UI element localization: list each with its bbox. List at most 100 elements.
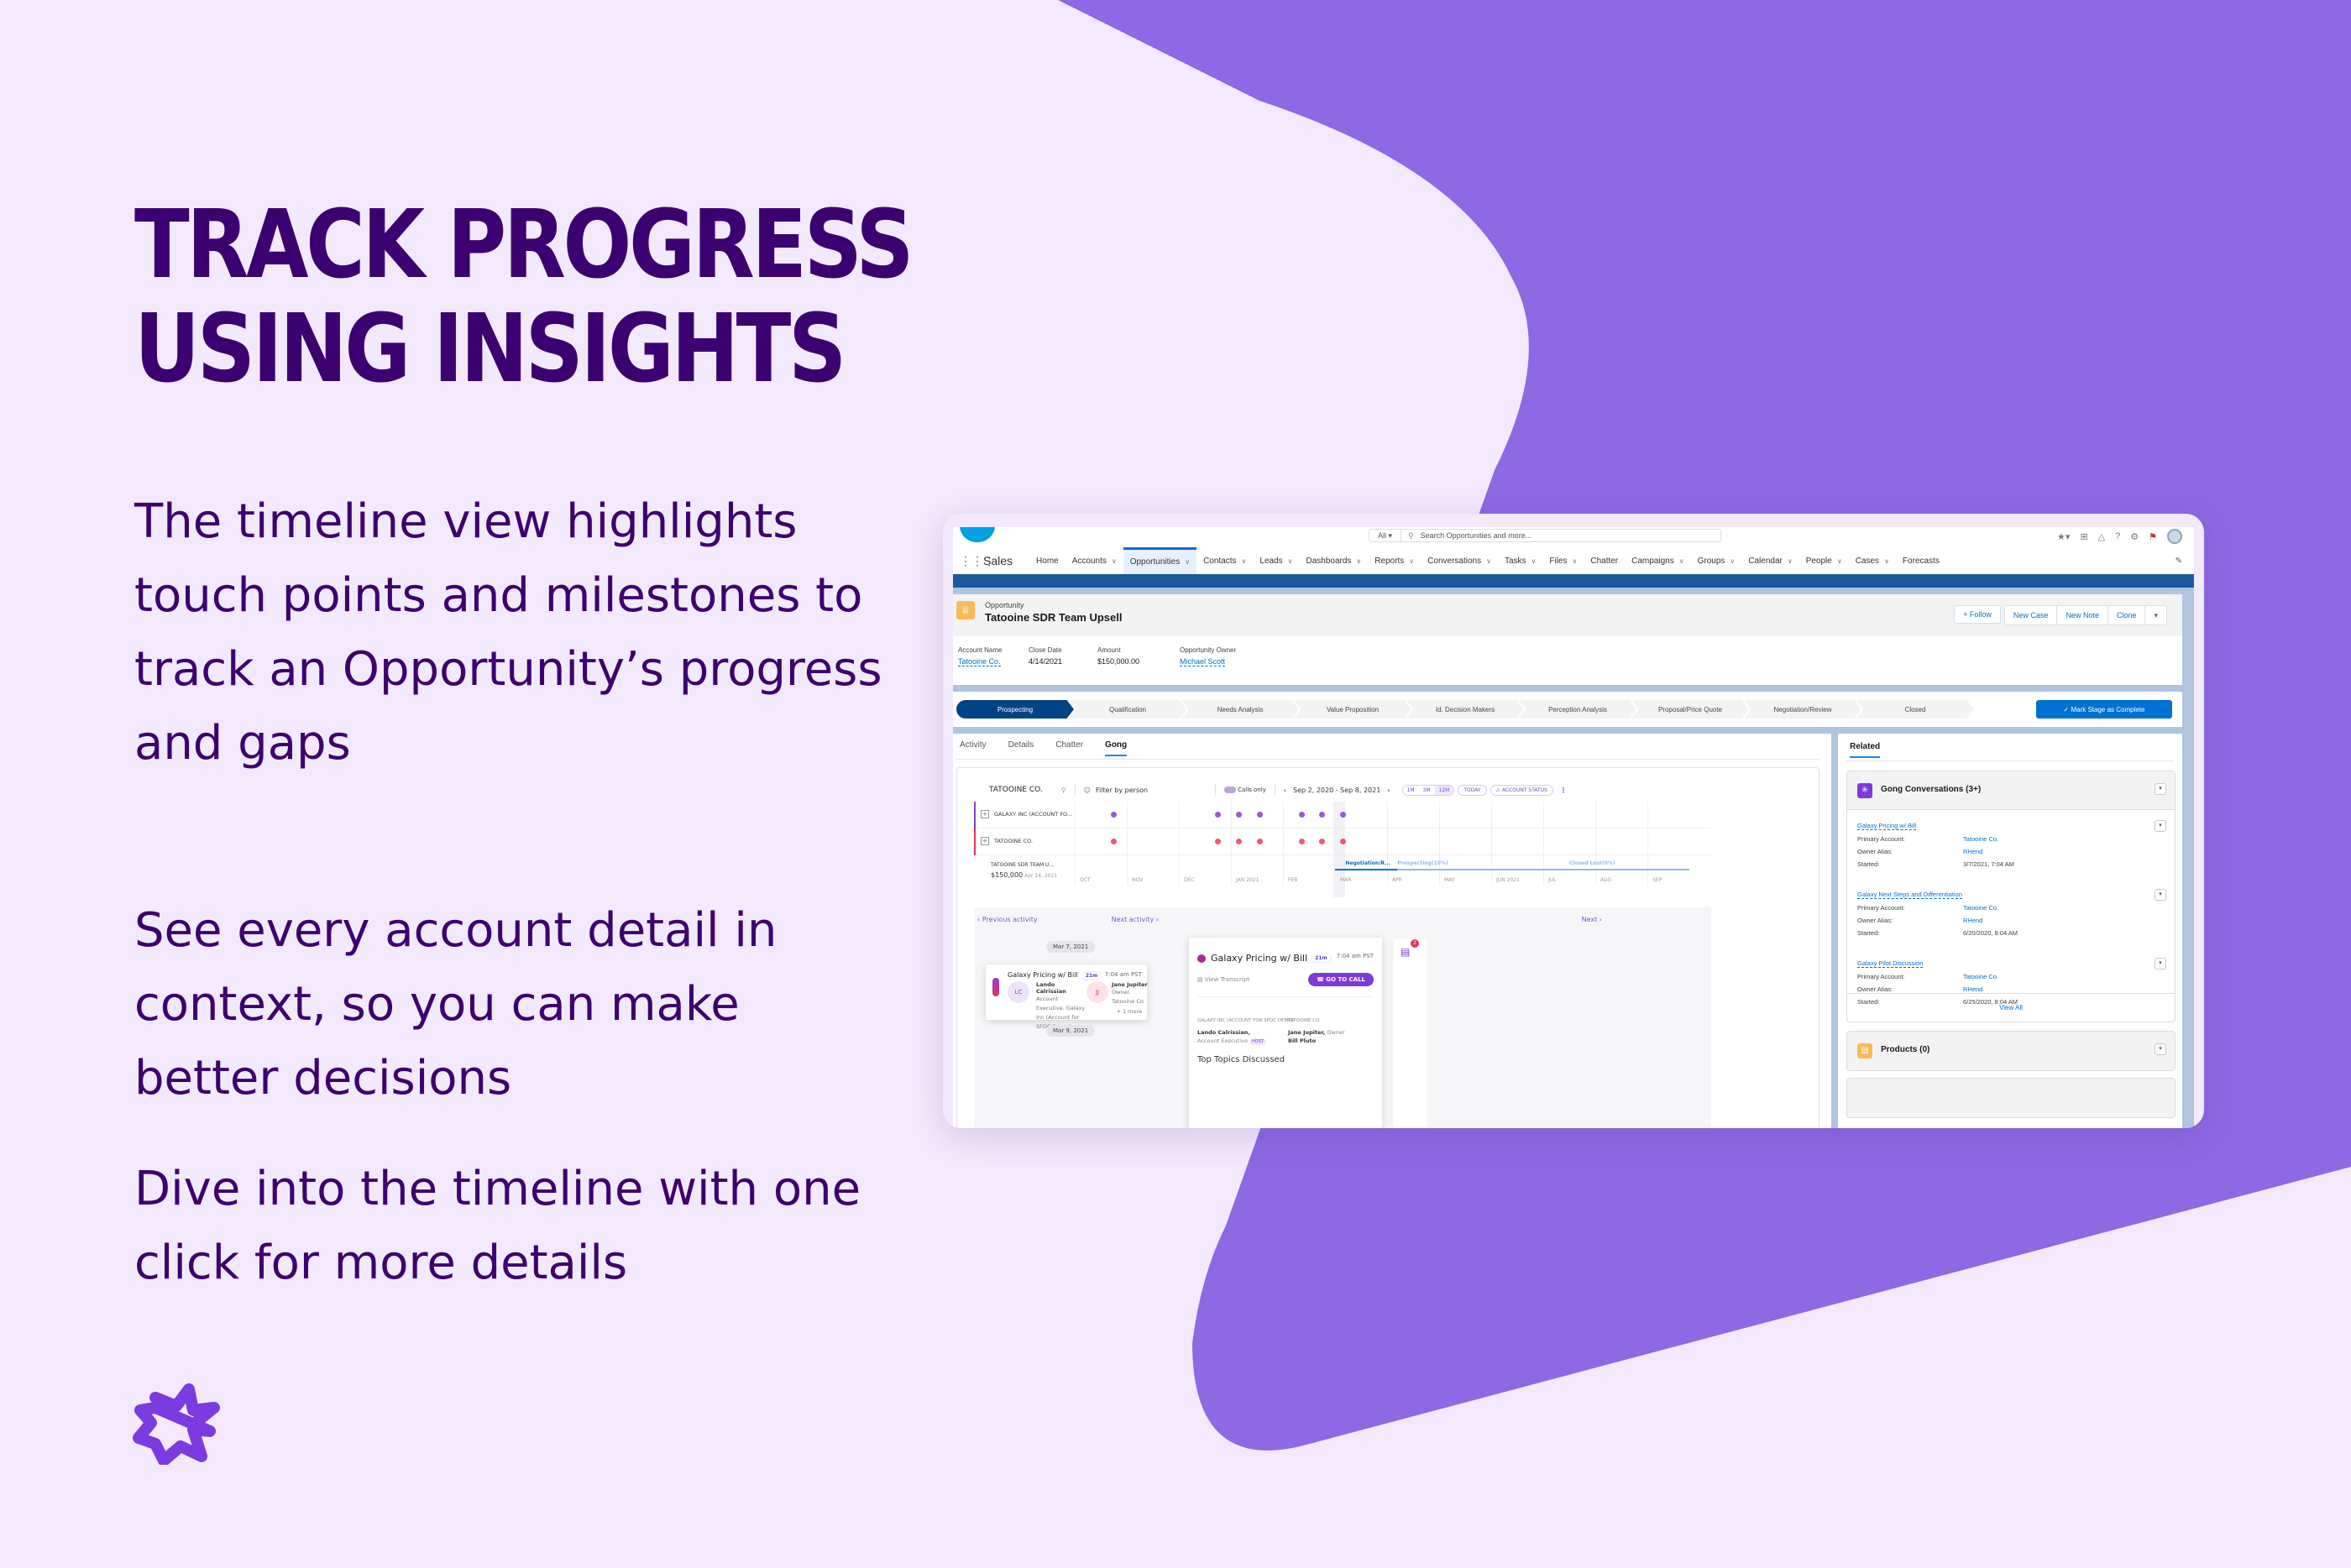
nav-item-leads[interactable]: Leads ∨ — [1253, 547, 1299, 574]
prev-range-icon[interactable]: ‹ — [1284, 787, 1286, 794]
follow-button[interactable]: + Follow — [1954, 605, 2001, 624]
nav-item-reports[interactable]: Reports ∨ — [1368, 547, 1421, 574]
activity-card[interactable]: Galaxy Pricing w/ Bill 21m 7:04 am PST LC… — [986, 964, 1148, 1030]
tab-gong[interactable]: Gong — [1105, 740, 1128, 756]
chevron-down-icon[interactable]: ∨ — [1572, 557, 1577, 565]
chevron-down-icon[interactable]: ∨ — [1884, 557, 1889, 565]
conversation-menu-button[interactable]: ▾ — [2155, 889, 2166, 901]
new-case-button[interactable]: New Case — [2004, 606, 2058, 625]
expand-icon[interactable]: + — [981, 837, 989, 845]
tab-details[interactable]: Details — [1008, 740, 1034, 756]
tab-chatter[interactable]: Chatter — [1055, 740, 1083, 756]
tab-activity[interactable]: Activity — [960, 740, 987, 756]
new-note-button[interactable]: New Note — [2057, 606, 2108, 625]
nav-item-people[interactable]: People ∨ — [1799, 547, 1849, 574]
chevron-down-icon[interactable]: ∨ — [1112, 557, 1117, 565]
today-button[interactable]: TODAY — [1458, 784, 1487, 796]
next-link[interactable]: Next › — [1582, 916, 1602, 923]
activity-dot[interactable] — [1257, 812, 1263, 818]
chevron-down-icon[interactable]: ∨ — [1409, 557, 1414, 565]
nav-item-campaigns[interactable]: Campaigns ∨ — [1625, 547, 1690, 574]
nav-item-files[interactable]: Files ∨ — [1542, 547, 1584, 574]
chevron-down-icon[interactable]: ∨ — [1288, 557, 1293, 565]
nav-item-tasks[interactable]: Tasks ∨ — [1498, 547, 1542, 574]
comments-icon[interactable]: ▤ — [1401, 946, 1410, 958]
edit-nav-icon[interactable]: ✎ — [2176, 557, 2182, 566]
conversation-link[interactable]: Galaxy Pricing w/ Bill — [1857, 822, 1917, 830]
chevron-down-icon[interactable]: ∨ — [1185, 558, 1190, 566]
nav-item-groups[interactable]: Groups ∨ — [1691, 547, 1742, 574]
go-to-call-button[interactable]: ☎ GO TO CALL — [1308, 973, 1374, 986]
nav-item-conversations[interactable]: Conversations ∨ — [1421, 547, 1498, 574]
nav-item-home[interactable]: Home — [1029, 547, 1066, 574]
activity-dot[interactable] — [1298, 839, 1305, 844]
range-1m[interactable]: 1M — [1403, 786, 1419, 795]
path-stage[interactable]: Needs Analysis — [1181, 700, 1299, 719]
help-icon[interactable]: ? — [2115, 531, 2120, 541]
path-stage[interactable]: Id. Decision Makers — [1406, 700, 1524, 719]
view-transcript-link[interactable]: ▤ View Transcript — [1197, 976, 1249, 983]
stage-marker[interactable]: Negotiation/R... — [1345, 860, 1390, 866]
activity-dot[interactable] — [1298, 812, 1305, 818]
clone-button[interactable]: Clone — [2108, 606, 2146, 625]
nav-item-calendar[interactable]: Calendar ∨ — [1741, 547, 1799, 574]
path-stage[interactable]: Qualification — [1069, 700, 1186, 719]
conversation-link[interactable]: Galaxy Next Steps and Differentiation — [1857, 891, 1962, 899]
filter-by-person[interactable]: Filter by person — [1096, 787, 1148, 794]
gong-more-icon[interactable]: ⋮ — [1560, 787, 1567, 794]
range-3m[interactable]: 3M — [1419, 786, 1435, 795]
nav-item-opportunities[interactable]: Opportunities ∨ — [1123, 547, 1197, 574]
gong-search-icon[interactable]: ⚲ — [1061, 787, 1066, 794]
nav-item-forecasts[interactable]: Forecasts — [1896, 547, 1946, 574]
nav-item-cases[interactable]: Cases ∨ — [1849, 547, 1896, 574]
calls-only-toggle[interactable] — [1224, 787, 1237, 793]
chevron-down-icon[interactable]: ∨ — [1837, 557, 1842, 565]
search-input[interactable]: Search Opportunities and more... — [1421, 531, 1532, 540]
stage-marker[interactable]: Closed Lost(0%) — [1569, 860, 1615, 866]
conversation-link[interactable]: Galaxy Pilot Discussion — [1857, 959, 1924, 968]
activity-dot[interactable] — [1257, 839, 1263, 844]
mark-stage-complete-button[interactable]: ✓ Mark Stage as Complete — [2036, 700, 2172, 719]
chevron-down-icon[interactable]: ∨ — [1356, 557, 1361, 565]
next-range-icon[interactable]: › — [1387, 787, 1390, 794]
chevron-down-icon[interactable]: ∨ — [1679, 557, 1684, 565]
card-menu-button[interactable]: ▾ — [2155, 1043, 2166, 1055]
add-icon[interactable]: ⊞ — [2080, 531, 2087, 542]
app-launcher-icon[interactable]: ⋮⋮⋮ — [960, 555, 995, 567]
nav-item-dashboards[interactable]: Dashboards ∨ — [1300, 547, 1369, 574]
conversation-menu-button[interactable]: ▾ — [2155, 820, 2166, 832]
chevron-down-icon[interactable]: ∨ — [1242, 557, 1247, 565]
path-stage[interactable]: Prospecting — [956, 700, 1074, 719]
user-avatar[interactable] — [2167, 529, 2182, 544]
trailhead-icon[interactable]: △ — [2098, 531, 2105, 542]
stage-marker[interactable]: Prospecting(10%) — [1397, 860, 1448, 866]
tab-related[interactable]: Related — [1850, 742, 1881, 758]
next-activity-link[interactable]: Next activity › — [1112, 916, 1159, 923]
more-actions-button[interactable]: ▾ — [2145, 606, 2166, 625]
path-stage[interactable]: Negotiation/Review — [1744, 700, 1861, 719]
range-12m[interactable]: 12M — [1434, 785, 1454, 795]
search-scope[interactable]: All ▾ — [1369, 530, 1402, 541]
favorites-icon[interactable]: ★▾ — [2057, 531, 2070, 542]
account-status-button[interactable]: ⚠ ACCOUNT STATUS — [1490, 784, 1553, 796]
path-stage[interactable]: Value Proposition — [1294, 700, 1411, 719]
nav-item-contacts[interactable]: Contacts ∨ — [1196, 547, 1253, 574]
previous-activity-link[interactable]: ‹ Previous activity — [977, 916, 1038, 923]
expand-icon[interactable]: + — [981, 810, 989, 818]
conversation-menu-button[interactable]: ▾ — [2155, 958, 2166, 970]
path-stage[interactable]: Proposal/Price Quote — [1631, 700, 1749, 719]
path-stage[interactable]: Perception Analysis — [1519, 700, 1636, 719]
view-all-link[interactable]: View All — [1847, 993, 2175, 1022]
timeline-opportunity[interactable]: TATOOINE SDR TEAM U... $150,000 Apr 14, … — [991, 862, 1057, 879]
global-search[interactable]: All ▾ ⚲ Search Opportunities and more... — [1369, 529, 1721, 542]
card-menu-button[interactable]: ▾ — [2155, 783, 2166, 795]
path-stage[interactable]: Closed — [1856, 700, 1974, 719]
nav-item-chatter[interactable]: Chatter — [1584, 547, 1625, 574]
chevron-down-icon[interactable]: ∨ — [1788, 557, 1793, 565]
chevron-down-icon[interactable]: ∨ — [1532, 557, 1537, 565]
setup-gear-icon[interactable]: ⚙ — [2130, 531, 2139, 542]
chevron-down-icon[interactable]: ∨ — [1730, 557, 1735, 565]
chevron-down-icon[interactable]: ∨ — [1486, 557, 1491, 565]
notifications-bell-icon[interactable]: ⚑ — [2149, 531, 2157, 542]
nav-item-accounts[interactable]: Accounts ∨ — [1066, 547, 1123, 574]
